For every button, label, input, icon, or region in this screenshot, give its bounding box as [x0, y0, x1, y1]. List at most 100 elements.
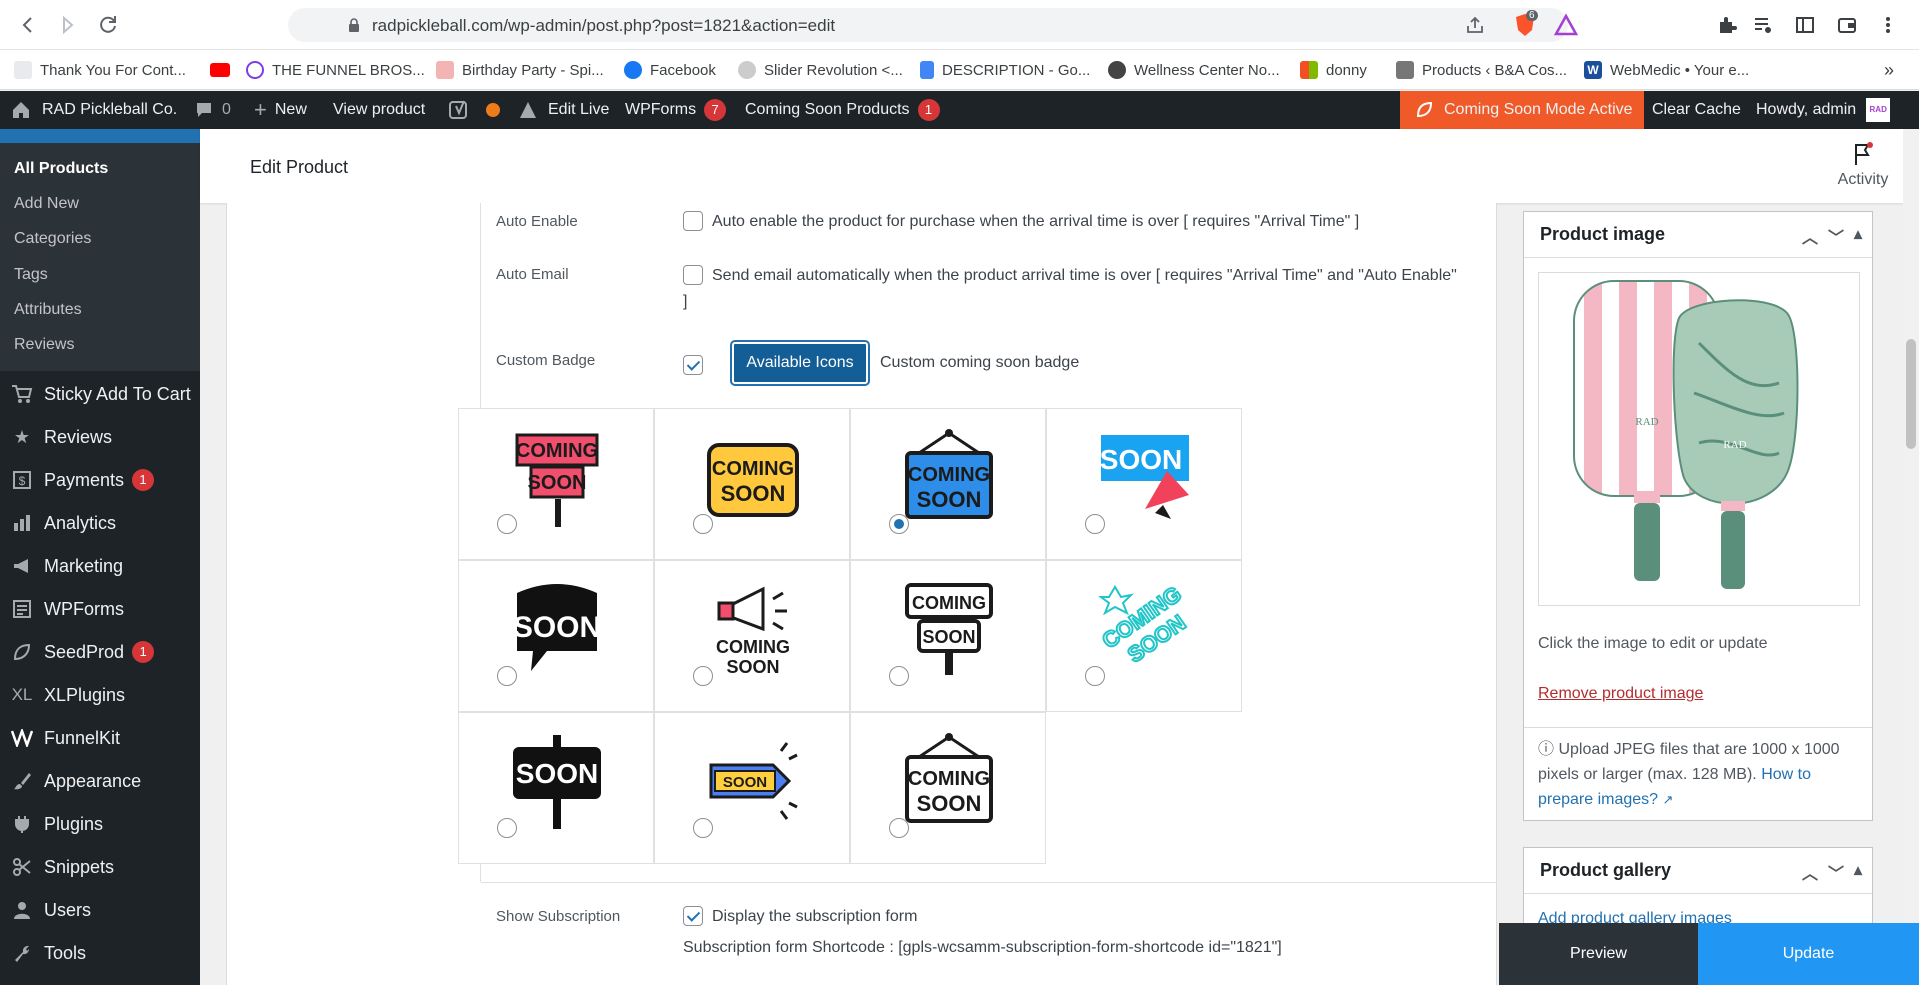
menu-wpforms[interactable]: WPForms: [10, 594, 124, 624]
badge-option-outline-sign[interactable]: COMING SOON: [850, 560, 1046, 712]
badge-option-teal-script[interactable]: COMING SOON: [1046, 560, 1242, 712]
seo-status-dot[interactable]: [486, 91, 500, 129]
site-name-link[interactable]: RAD Pickleball Co.: [10, 91, 177, 129]
forms-icon: [10, 597, 34, 621]
activity-button[interactable]: Activity: [1828, 141, 1898, 197]
badge-radio[interactable]: [497, 818, 517, 838]
submenu-add-new[interactable]: Add New: [14, 195, 79, 213]
bookmark-item[interactable]: Thank You For Cont...: [14, 60, 186, 80]
svg-text:COMING: COMING: [716, 637, 790, 657]
badge-option-blue-megaphone[interactable]: SOON: [1046, 408, 1242, 560]
update-button[interactable]: Update: [1698, 923, 1919, 985]
comments-link[interactable]: 0: [194, 91, 231, 129]
scrollbar-thumb[interactable]: [1906, 339, 1916, 449]
badge-radio[interactable]: [889, 514, 909, 534]
badge-option-yellow-box[interactable]: COMING SOON: [654, 408, 850, 560]
bookmark-item[interactable]: donny: [1300, 60, 1367, 80]
product-image-title: Product image: [1540, 224, 1666, 244]
show-subscription-checkbox[interactable]: [683, 906, 703, 926]
wp-admin-bar: RAD Pickleball Co. 0 + New View product …: [0, 91, 1919, 129]
menu-payments[interactable]: $ Payments 1: [10, 465, 155, 495]
menu-funnelkit[interactable]: FunnelKit: [10, 723, 120, 753]
sidebar-toggle-icon[interactable]: [1794, 14, 1816, 36]
move-up-icon[interactable]: ︿: [1802, 860, 1818, 884]
product-image-thumbnail[interactable]: RAD RAD: [1538, 272, 1860, 606]
bookmark-item[interactable]: W WebMedic • Your e...: [1584, 60, 1749, 80]
badge-radio[interactable]: [693, 514, 713, 534]
badge-option-outline-hanging[interactable]: COMING SOON: [850, 712, 1046, 864]
yoast-icon[interactable]: [448, 91, 470, 129]
url-text[interactable]: radpickleball.com/wp-admin/post.php?post…: [372, 16, 835, 36]
browser-menu-icon[interactable]: [1880, 14, 1896, 36]
admin-sidebar: All Products Add New Categories Tags Att…: [0, 129, 200, 985]
brave-rewards-icon[interactable]: [1554, 13, 1578, 37]
badge-option-megaphone-text[interactable]: COMING SOON: [654, 560, 850, 712]
reload-icon[interactable]: [96, 13, 120, 37]
bookmark-item[interactable]: Slider Revolution <...: [738, 60, 903, 80]
collapse-icon[interactable]: ▴: [1854, 224, 1862, 248]
wpforms-link[interactable]: WPForms 7: [625, 91, 727, 129]
page-scrollbar[interactable]: [1903, 129, 1919, 985]
bookmark-item[interactable]: Birthday Party - Spi...: [436, 60, 604, 80]
badge-radio[interactable]: [497, 666, 517, 686]
badge-option-blue-hanging[interactable]: COMING SOON: [850, 408, 1046, 560]
collapse-icon[interactable]: ▴: [1854, 860, 1862, 884]
menu-seedprod[interactable]: SeedProd 1: [10, 637, 155, 667]
wallet-icon[interactable]: [1836, 14, 1858, 36]
menu-plugins[interactable]: Plugins: [10, 809, 103, 839]
badge-radio[interactable]: [1085, 514, 1105, 534]
badge-option-black-post[interactable]: SOON: [458, 712, 654, 864]
submenu-all-products[interactable]: All Products: [14, 160, 108, 178]
howdy-admin-link[interactable]: Howdy, admin RAD: [1756, 91, 1891, 129]
bookmark-item[interactable]: THE FUNNEL BROS...: [210, 60, 425, 80]
badge-radio[interactable]: [1085, 666, 1105, 686]
bookmark-item[interactable]: DESCRIPTION - Go...: [920, 60, 1090, 80]
share-icon[interactable]: [1464, 14, 1486, 36]
edit-live-link[interactable]: Edit Live: [518, 91, 609, 129]
auto-email-checkbox[interactable]: [683, 265, 703, 285]
auto-enable-checkbox[interactable]: [683, 211, 703, 231]
preview-button[interactable]: Preview: [1499, 923, 1698, 985]
badge-option-pink-sign[interactable]: COMING SOON: [458, 408, 654, 560]
menu-snippets[interactable]: Snippets: [10, 852, 114, 882]
clear-cache-link[interactable]: Clear Cache: [1652, 91, 1741, 129]
menu-users[interactable]: Users: [10, 895, 91, 925]
menu-analytics[interactable]: Analytics: [10, 508, 116, 538]
badge-radio[interactable]: [693, 818, 713, 838]
submenu-attributes[interactable]: Attributes: [14, 301, 82, 319]
menu-marketing[interactable]: Marketing: [10, 551, 123, 581]
move-down-icon[interactable]: ﹀: [1828, 224, 1844, 248]
submenu-reviews[interactable]: Reviews: [14, 336, 74, 354]
menu-xlplugins[interactable]: XL XLPlugins: [10, 680, 125, 710]
menu-tools[interactable]: Tools: [10, 938, 86, 968]
brave-shield-icon[interactable]: 6: [1512, 10, 1538, 38]
custom-badge-checkbox[interactable]: [683, 355, 703, 375]
available-icons-button[interactable]: Available Icons: [730, 340, 870, 386]
submenu-tags[interactable]: Tags: [14, 266, 48, 284]
remove-image-link[interactable]: Remove product image: [1538, 685, 1703, 703]
badge-radio[interactable]: [497, 514, 517, 534]
badge-option-black-bubble[interactable]: SOON: [458, 560, 654, 712]
menu-appearance[interactable]: Appearance: [10, 766, 141, 796]
coming-soon-products-link[interactable]: Coming Soon Products 1: [745, 91, 940, 129]
menu-sticky-add-to-cart[interactable]: Sticky Add To Cart: [10, 379, 191, 409]
move-down-icon[interactable]: ﹀: [1828, 860, 1844, 884]
bookmark-item[interactable]: Wellness Center No...: [1108, 60, 1280, 80]
back-icon[interactable]: [16, 13, 40, 37]
badge-option-arrow-sign[interactable]: SOON: [654, 712, 850, 864]
coming-soon-mode-link[interactable]: Coming Soon Mode Active: [1400, 91, 1644, 129]
new-content-link[interactable]: + New: [254, 91, 307, 129]
forward-icon[interactable]: [56, 13, 80, 37]
bookmark-item[interactable]: Facebook: [624, 60, 716, 80]
submenu-categories[interactable]: Categories: [14, 230, 91, 248]
more-bookmarks[interactable]: »: [1884, 60, 1894, 80]
move-up-icon[interactable]: ︿: [1802, 224, 1818, 248]
playlist-icon[interactable]: [1752, 14, 1774, 36]
view-product-link[interactable]: View product: [333, 91, 425, 129]
bookmark-item[interactable]: Products ‹ B&A Cos...: [1396, 60, 1567, 80]
badge-radio[interactable]: [693, 666, 713, 686]
menu-reviews[interactable]: ★ Reviews: [10, 422, 112, 452]
extensions-icon[interactable]: [1716, 14, 1738, 36]
badge-radio[interactable]: [889, 818, 909, 838]
badge-radio[interactable]: [889, 666, 909, 686]
